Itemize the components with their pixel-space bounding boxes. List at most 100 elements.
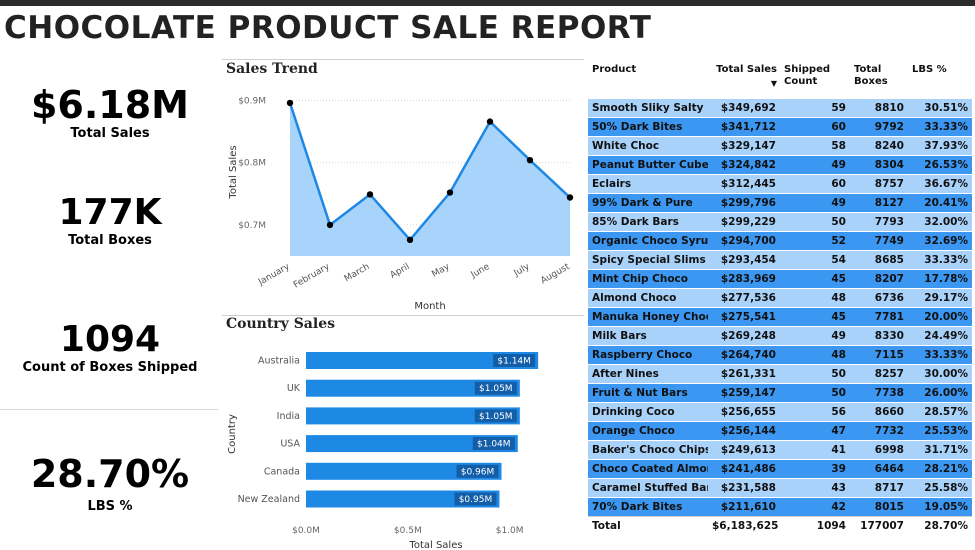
x-tick-label: March [343,262,372,284]
table-row[interactable]: Manuka Honey Choco $275,541 45 7781 20.00% [588,306,972,326]
table-cell: After Nines [588,363,708,383]
table-cell: 28.21% [908,458,972,478]
table-cell: 58 [780,135,850,155]
table-cell: 8757 [850,173,908,193]
report-title: CHOCOLATE PRODUCT SALE REPORT [4,10,652,46]
table-cell: $293,454 [708,249,780,269]
country-sales-chart[interactable]: $0.0M $0.5M $1.0M Australia $1.14M UK $1.05M In… [222,334,584,550]
product-table[interactable]: Product Total Sales ▼ Shipped Count Total… [588,58,972,536]
table-row[interactable]: Fruit & Nut Bars $259,147 50 7738 26.00% [588,382,972,402]
table-cell: 32.69% [908,230,972,250]
table-row[interactable]: Caramel Stuffed Bars $231,588 43 8717 25.58% [588,477,972,497]
y-tick-label: $0.9M [238,96,266,106]
table-cell: Almond Choco [588,287,708,307]
table-row[interactable]: 85% Dark Bars $299,229 50 7793 32.00% [588,211,972,231]
data-point [286,99,294,107]
table-row[interactable]: Eclairs $312,445 60 8757 36.67% [588,173,972,193]
table-cell: 20.41% [908,192,972,212]
kpi-lbs-percent-value: 28.70% [30,452,190,496]
top-bar [0,0,975,6]
data-point [446,189,454,196]
table-row[interactable]: Drinking Coco $256,655 56 8660 28.57% [588,401,972,421]
x-tick-label: January [256,262,292,289]
table-cell: 49 [780,154,850,174]
data-label: $1.05M [479,412,513,422]
category-label: UK [287,383,301,394]
table-cell: 7732 [850,420,908,440]
table-cell: $324,842 [708,154,780,174]
table-cell: $299,229 [708,211,780,231]
kpi-lbs-percent[interactable]: 28.70% LBS % [0,455,220,514]
table-row[interactable]: Mint Chip Choco $283,969 45 8207 17.78% [588,268,972,288]
x-tick-label: July [512,262,532,280]
table-cell: Organic Choco Syrup [588,230,708,250]
column-header-total-boxes[interactable]: Total Boxes [850,58,908,98]
table-cell: $264,740 [708,344,780,364]
table-cell: Manuka Honey Choco [588,306,708,326]
table-cell: Smooth Sliky Salty [588,97,708,117]
table-cell: 6998 [850,439,908,459]
y-axis-title: Country [227,414,238,454]
table-cell: 50 [780,382,850,402]
category-label: New Zealand [238,494,300,505]
table-row[interactable]: Raspberry Choco $264,740 48 7115 33.33% [588,344,972,364]
table-cell: $231,588 [708,477,780,497]
data-point [566,194,574,201]
table-row[interactable]: Orange Choco $256,144 47 7732 25.53% [588,420,972,440]
table-cell: 37.93% [908,135,972,155]
table-row[interactable]: Milk Bars $269,248 49 8330 24.49% [588,325,972,345]
column-header-product[interactable]: Product [588,58,708,98]
kpi-total-boxes-label: Total Boxes [68,233,152,248]
sales-trend-chart[interactable]: $0.9M $0.8M $0.7M January February March April… [222,76,584,314]
table-cell: 49 [780,192,850,212]
table-row[interactable]: Almond Choco $277,536 48 6736 29.17% [588,287,972,307]
kpi-boxes-shipped-value: 1094 [59,319,161,360]
table-cell: $349,692 [708,97,780,117]
table-cell: Caramel Stuffed Bars [588,477,708,497]
column-header-shipped-count[interactable]: Shipped Count [780,58,850,98]
table-cell: 43 [780,477,850,497]
table-cell: $241,486 [708,458,780,478]
kpi-boxes-shipped[interactable]: 1094 Count of Boxes Shipped [0,319,220,376]
table-row[interactable]: 50% Dark Bites $341,712 60 9792 33.33% [588,116,972,136]
sort-desc-icon[interactable]: ▼ [712,78,777,90]
table-cell: 33.33% [908,249,972,269]
table-cell: $294,700 [708,230,780,250]
data-label: $0.96M [461,467,495,477]
data-label: $1.04M [477,440,511,450]
table-cell: 7793 [850,211,908,231]
table-row[interactable]: Choco Coated Almonds$241,48639646428.21% [588,458,972,478]
table-row[interactable]: Smooth Sliky Salty $349,692 59 8810 30.51% [588,97,972,117]
table-row[interactable]: White Choc $329,147 58 8240 37.93% [588,135,972,155]
kpi-total-boxes[interactable]: 177K Total Boxes [0,195,220,249]
table-row[interactable]: Baker's Choco Chips $249,613 41 6998 31.71% [588,439,972,459]
table-row[interactable]: Spicy Special Slims $293,454 54 8685 33.33% [588,249,972,269]
column-header-lbs-percent[interactable]: LBS % [908,58,972,98]
table-cell: 60 [780,116,850,136]
table-cell: Orange Choco [588,420,708,440]
table-total-cell: 28.70% [908,515,972,536]
table-row[interactable]: Peanut Butter Cubes $324,842 49 8304 26.53% [588,154,972,174]
data-label: $1.05M [479,384,513,394]
kpi-total-sales[interactable]: $6.18M Total Sales [0,86,220,141]
table-row[interactable]: After Nines $261,331 50 8257 30.00% [588,363,972,383]
table-cell: $259,147 [708,382,780,402]
table-header: Product Total Sales ▼ Shipped Count Total… [588,58,972,98]
table-cell: 20.00% [908,306,972,326]
table-row[interactable]: Organic Choco Syrup $294,700 52 7749 32.69% [588,230,972,250]
table-cell: $211,610 [708,496,780,516]
kpi-total-sales-label: Total Sales [70,126,150,141]
table-cell: 8207 [850,268,908,288]
table-row[interactable]: 99% Dark & Pure $299,796 49 8127 20.41% [588,192,972,212]
table-cell: Spicy Special Slims [588,249,708,269]
column-header-total-sales[interactable]: Total Sales ▼ [708,58,780,98]
table-cell: 26.53% [908,154,972,174]
table-cell: Choco Coated Almonds [588,458,708,478]
table-cell: Milk Bars [588,325,708,345]
table-cell: Raspberry Choco [588,344,708,364]
table-cell: 45 [780,268,850,288]
table-cell: Fruit & Nut Bars [588,382,708,402]
data-label: $0.95M [459,495,493,505]
table-row[interactable]: 70% Dark Bites $211,610 42 8015 19.05% [588,496,972,516]
table-cell: 50% Dark Bites [588,116,708,136]
